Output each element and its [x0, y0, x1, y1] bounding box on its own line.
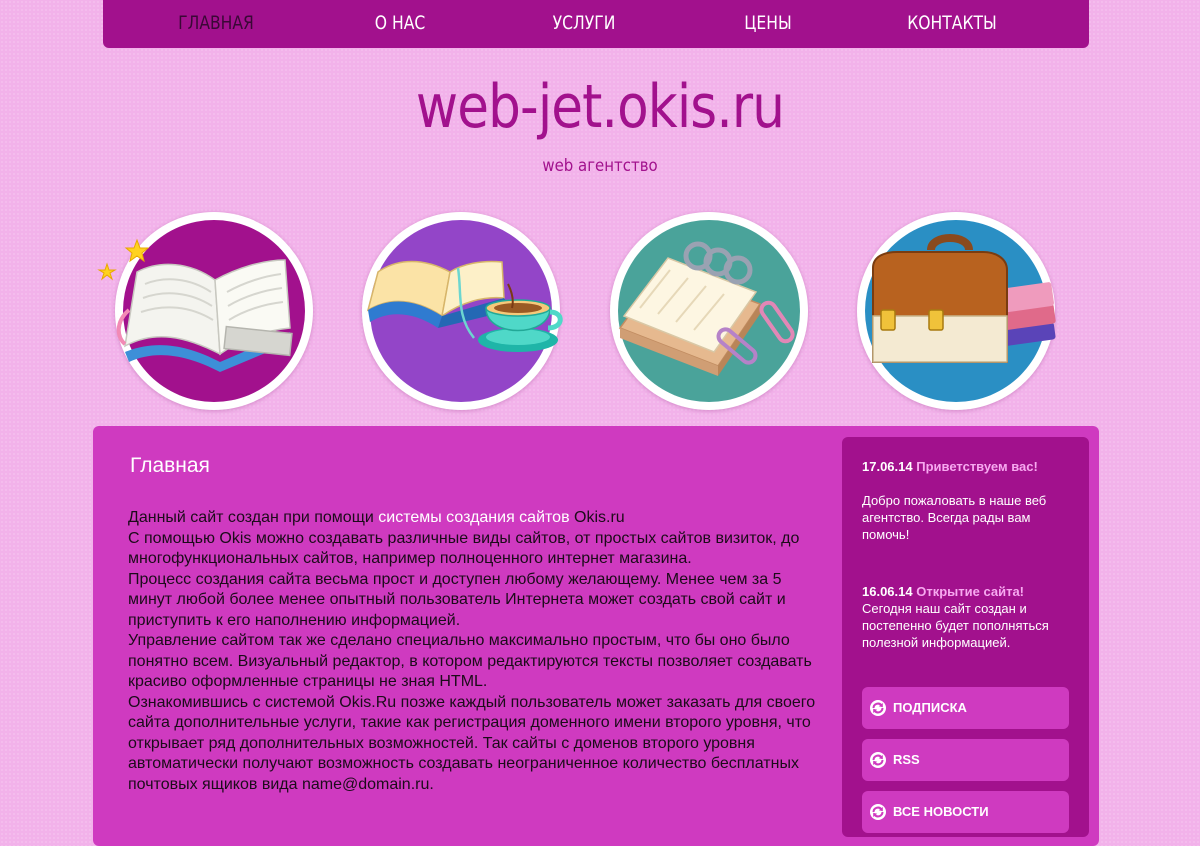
intro-text-after: Okis.ru — [569, 509, 625, 526]
briefcase-and-books-icon — [865, 220, 1056, 402]
news-text: Сегодня наш сайт создан и постепенно буд… — [862, 601, 1049, 650]
nav-item-services[interactable]: УСЛУГИ — [553, 0, 616, 48]
nav-item-home[interactable]: ГЛАВНАЯ — [178, 0, 254, 48]
site-subtitle: web агентство — [542, 156, 658, 176]
main-content-text: Данный сайт создан при помощи системы со… — [128, 508, 828, 795]
open-book-with-stars-icon — [97, 220, 305, 402]
refresh-icon — [870, 752, 886, 768]
content-paragraph: Процесс создания сайта весьма прост и до… — [128, 570, 786, 629]
notepad-with-paperclips-icon — [618, 220, 800, 402]
subscribe-button[interactable]: ПОДПИСКА — [862, 687, 1069, 729]
feature-circle-briefcase[interactable] — [857, 212, 1056, 410]
page-title: Главная — [130, 454, 210, 477]
news-item: 17.06.14 Приветствуем вас! Добро пожалов… — [862, 458, 1062, 543]
content-paragraph: Ознакомившись с системой Okis.Ru позже к… — [128, 693, 816, 793]
top-navigation: ГЛАВНАЯ О НАС УСЛУГИ ЦЕНЫ КОНТАКТЫ — [103, 0, 1089, 48]
news-item: 16.06.14 Открытие сайта! Сегодня наш сай… — [862, 583, 1062, 651]
refresh-icon — [870, 804, 886, 820]
all-news-button-label: ВСЕ НОВОСТИ — [893, 804, 989, 819]
all-news-button[interactable]: ВСЕ НОВОСТИ — [862, 791, 1069, 833]
nav-item-contacts[interactable]: КОНТАКТЫ — [907, 0, 997, 48]
site-title[interactable]: web-jet.okis.ru — [84, 72, 1116, 142]
rss-button-label: RSS — [893, 752, 920, 767]
news-date: 17.06.14 — [862, 459, 913, 474]
refresh-icon — [870, 700, 886, 716]
news-title-link[interactable]: Открытие сайта! — [916, 584, 1024, 599]
book-and-coffee-cup-icon — [366, 220, 563, 402]
news-title-link[interactable]: Приветствуем вас! — [916, 459, 1038, 474]
content-paragraph: С помощью Okis можно создавать различные… — [128, 529, 800, 568]
news-date: 16.06.14 — [862, 584, 913, 599]
feature-circle-notepad[interactable] — [610, 212, 808, 410]
intro-text-before: Данный сайт создан при помощи — [128, 509, 379, 526]
nav-item-prices[interactable]: ЦЕНЫ — [744, 0, 791, 48]
feature-circle-book[interactable] — [97, 212, 313, 410]
feature-circle-coffee[interactable] — [362, 212, 563, 410]
nav-item-about[interactable]: О НАС — [375, 0, 425, 48]
news-text: Добро пожаловать в наше веб агентство. В… — [862, 493, 1047, 542]
site-builder-link[interactable]: системы создания сайтов — [378, 509, 569, 526]
subscribe-button-label: ПОДПИСКА — [893, 700, 967, 715]
rss-button[interactable]: RSS — [862, 739, 1069, 781]
intro-paragraph: Данный сайт создан при помощи системы со… — [128, 508, 828, 529]
content-paragraph: Управление сайтом так же сделано специал… — [128, 632, 812, 690]
